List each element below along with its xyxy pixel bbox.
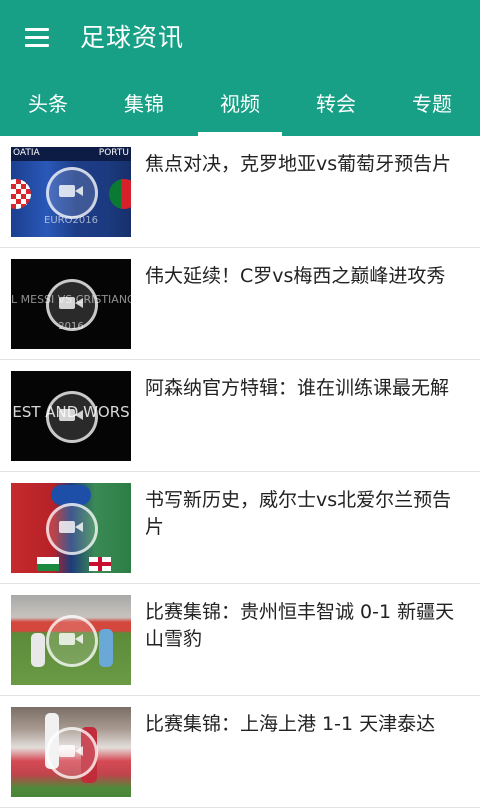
play-video-icon — [46, 391, 98, 443]
video-title: 比赛集锦：贵州恒丰智诚 0-1 新疆天山雪豹 — [145, 601, 455, 650]
list-item[interactable]: 比赛集锦：贵州恒丰智诚 0-1 新疆天山雪豹 — [0, 584, 480, 696]
play-video-icon — [46, 167, 98, 219]
video-title: 书写新历史，威尔士vs北爱尔兰预告片 — [145, 489, 452, 538]
thumb-label-left: OATIA — [13, 148, 40, 158]
list-item[interactable]: L MESSI VS CRISTIANO RON 2016 伟大延续！C罗vs梅… — [0, 248, 480, 360]
video-title: 焦点对决，克罗地亚vs葡萄牙预告片 — [145, 153, 452, 175]
list-item[interactable]: OATIA PORTU EURO2016 焦点对决，克罗地亚vs葡萄牙预告片 — [0, 136, 480, 248]
tab-videos[interactable]: 视频 — [192, 76, 288, 136]
menu-icon[interactable] — [22, 24, 52, 52]
northern-ireland-flag-icon — [89, 557, 111, 571]
wales-flag-icon — [37, 557, 59, 571]
player-figure — [31, 633, 45, 667]
list-item[interactable]: 比赛集锦：上海上港 1-1 天津泰达 — [0, 696, 480, 808]
tab-bar: 头条 集锦 视频 转会 专题 — [0, 76, 480, 136]
video-thumbnail: EST AND WORS — [11, 371, 131, 461]
tab-headlines[interactable]: 头条 — [0, 76, 96, 136]
euro-logo-icon — [51, 485, 91, 505]
video-thumbnail — [11, 483, 131, 573]
list-item[interactable]: 书写新历史，威尔士vs北爱尔兰预告片 — [0, 472, 480, 584]
toolbar: 足球资讯 — [0, 0, 480, 76]
video-list: OATIA PORTU EURO2016 焦点对决，克罗地亚vs葡萄牙预告片 L… — [0, 136, 480, 808]
tab-highlights[interactable]: 集锦 — [96, 76, 192, 136]
video-title: 伟大延续！C罗vs梅西之巅峰进攻秀 — [145, 265, 446, 287]
tab-transfers[interactable]: 转会 — [288, 76, 384, 136]
video-thumbnail — [11, 707, 131, 797]
tab-specials[interactable]: 专题 — [384, 76, 480, 136]
play-video-icon — [46, 503, 98, 555]
player-figure — [99, 629, 113, 667]
app-title: 足球资讯 — [80, 23, 185, 52]
play-video-icon — [46, 279, 98, 331]
play-video-icon — [46, 727, 98, 779]
app-bar: 足球资讯 头条 集锦 视频 转会 专题 — [0, 0, 480, 136]
video-thumbnail — [11, 595, 131, 685]
play-video-icon — [46, 615, 98, 667]
video-title: 比赛集锦：上海上港 1-1 天津泰达 — [145, 713, 436, 735]
video-title: 阿森纳官方特辑：谁在训练课最无解 — [145, 377, 450, 399]
portugal-flag-icon — [109, 179, 131, 209]
list-item[interactable]: EST AND WORS 阿森纳官方特辑：谁在训练课最无解 — [0, 360, 480, 472]
video-thumbnail: OATIA PORTU EURO2016 — [11, 147, 131, 237]
thumb-label-right: PORTU — [98, 148, 129, 158]
video-thumbnail: L MESSI VS CRISTIANO RON 2016 — [11, 259, 131, 349]
